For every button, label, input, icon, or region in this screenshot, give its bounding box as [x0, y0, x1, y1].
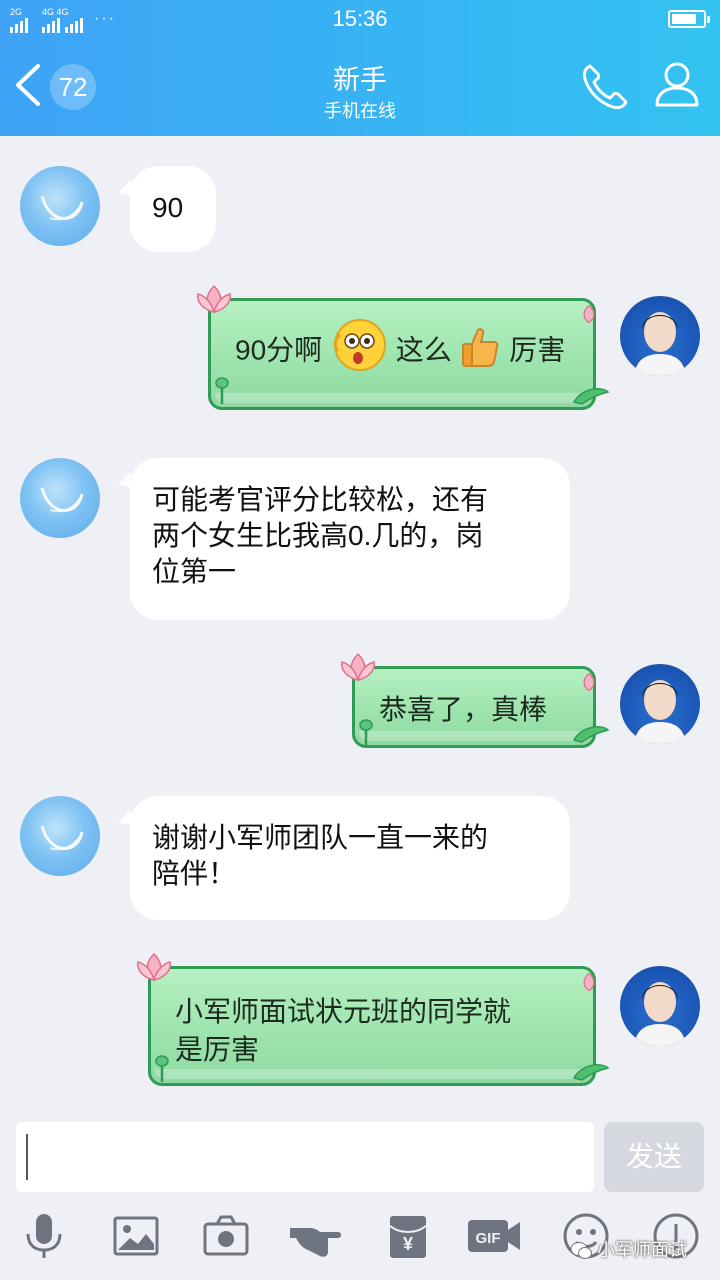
my-avatar[interactable]	[620, 296, 700, 376]
chat-header: 2G 4G 4G ··· 15:36 72 新手 手机在线	[0, 0, 720, 136]
image-icon[interactable]	[112, 1212, 160, 1260]
contact-avatar[interactable]	[20, 458, 100, 538]
red-packet-yen-label: ¥	[403, 1234, 413, 1254]
sky-swirl-icon	[40, 195, 84, 221]
outgoing-message-bubble[interactable]: 恭喜了，真棒	[352, 666, 596, 748]
user-portrait-icon	[634, 312, 686, 376]
sky-swirl-icon	[40, 825, 84, 851]
lotus-decoration-icon	[340, 652, 376, 681]
incoming-message-bubble[interactable]: 谢谢小军师团队一直一来的 陪伴！	[130, 796, 570, 920]
message-text-line: 小军师面试状元班的同学就	[175, 996, 512, 1027]
message-text-line: 陪伴！	[152, 858, 237, 889]
wechat-logo-icon	[570, 1242, 592, 1260]
microphone-icon[interactable]	[20, 1212, 68, 1260]
message-text: 90	[152, 192, 184, 223]
contact-avatar[interactable]	[20, 796, 100, 876]
lotus-bud-icon	[583, 972, 595, 992]
poke-icon[interactable]	[288, 1212, 344, 1260]
outgoing-message-bubble[interactable]: 小军师面试状元班的同学就 是厉害	[148, 966, 596, 1086]
incoming-message-bubble[interactable]: 90	[130, 166, 216, 252]
lotus-decoration-icon	[136, 952, 172, 981]
status-time: 15:36	[332, 6, 388, 31]
red-packet-icon[interactable]: ¥	[384, 1212, 432, 1260]
sky-swirl-icon	[40, 487, 84, 513]
message-text-line: 位第一	[152, 556, 237, 587]
message-text-part: 这么	[395, 334, 452, 366]
lotus-decoration-icon	[196, 284, 232, 313]
gif-icon[interactable]: GIF	[466, 1212, 522, 1260]
message-text-line: 两个女生比我高0.几的，岗	[152, 520, 484, 551]
message-input[interactable]	[16, 1122, 594, 1192]
user-portrait-icon	[634, 680, 686, 744]
thumbs-up-emoji-icon	[461, 328, 498, 367]
send-button[interactable]: 发送	[604, 1122, 704, 1192]
battery-icon	[668, 10, 710, 28]
message-text-part: 厉害	[509, 334, 566, 366]
camera-icon[interactable]	[202, 1212, 250, 1260]
contact-profile-icon[interactable]	[654, 60, 700, 108]
user-portrait-icon	[634, 982, 686, 1046]
watermark-text: 小军师面试	[597, 1240, 688, 1260]
lotus-bud-icon	[583, 304, 595, 324]
incoming-message-bubble[interactable]: 可能考官评分比较松，还有 两个女生比我高0.几的，岗 位第一	[130, 458, 570, 620]
outgoing-message-bubble[interactable]: 90分啊 这么 厉害	[208, 298, 596, 410]
sprout-icon	[215, 377, 229, 404]
message-text-line: 谢谢小军师团队一直一来的	[152, 822, 489, 853]
watermark: 小军师面试	[570, 1236, 687, 1262]
lotus-bud-icon	[583, 672, 595, 692]
contact-avatar[interactable]	[20, 166, 100, 246]
surprised-emoji-icon	[333, 319, 386, 371]
sprout-icon	[359, 719, 373, 746]
message-text-part: 90分啊	[235, 334, 323, 366]
lily-pad-icon	[572, 726, 610, 743]
message-text: 恭喜了，真棒	[379, 694, 548, 725]
lily-pad-icon	[572, 1064, 610, 1081]
gif-label: GIF	[476, 1230, 501, 1247]
message-text-line: 是厉害	[175, 1034, 260, 1065]
status-bar: 2G 4G 4G ··· 15:36	[0, 0, 720, 40]
phone-call-icon[interactable]	[580, 62, 630, 112]
lily-pad-icon	[572, 388, 610, 405]
my-avatar[interactable]	[620, 664, 700, 744]
sprout-icon	[155, 1055, 169, 1082]
my-avatar[interactable]	[620, 966, 700, 1046]
text-caret	[26, 1134, 28, 1180]
message-text-line: 可能考官评分比较松，还有	[152, 484, 489, 515]
